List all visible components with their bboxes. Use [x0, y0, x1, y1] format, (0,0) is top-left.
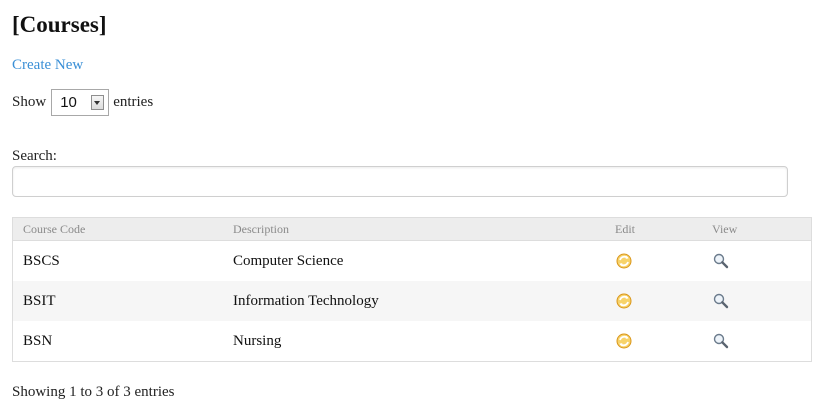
- page-length-control: Show 10 entries: [12, 87, 153, 117]
- chevron-down-icon[interactable]: [91, 94, 105, 110]
- column-header-view: View: [702, 218, 811, 241]
- edit-cell: [605, 281, 702, 321]
- table-row: BSCS Computer Science: [13, 240, 811, 281]
- edit-cell: [605, 240, 702, 281]
- page-title: [Courses]: [12, 12, 107, 37]
- column-header-course-code[interactable]: Course Code: [13, 218, 223, 241]
- table-row: BSIT Information Technology: [13, 281, 811, 321]
- column-header-description[interactable]: Description: [223, 218, 605, 241]
- entries-label: entries: [113, 93, 154, 110]
- show-label: Show: [12, 93, 47, 110]
- refresh-edit-icon[interactable]: [615, 252, 633, 270]
- course-code-cell: BSN: [13, 321, 223, 361]
- course-code-cell: BSIT: [13, 281, 223, 321]
- description-cell: Nursing: [223, 321, 605, 361]
- create-new-link[interactable]: Create New: [12, 56, 83, 74]
- table-header-row: Course Code Description Edit View: [13, 218, 811, 241]
- entries-per-page-select[interactable]: 10: [51, 88, 110, 116]
- course-code-cell: BSCS: [13, 240, 223, 281]
- table-info: Showing 1 to 3 of 3 entries: [12, 384, 175, 400]
- search-input[interactable]: [12, 166, 788, 197]
- courses-table: Course Code Description Edit View BSCS C…: [13, 218, 811, 361]
- view-cell: [702, 240, 811, 281]
- view-cell: [702, 321, 811, 361]
- description-cell: Computer Science: [223, 240, 605, 281]
- column-header-edit: Edit: [605, 218, 702, 241]
- magnifier-icon[interactable]: [712, 292, 730, 310]
- magnifier-icon[interactable]: [712, 252, 730, 270]
- magnifier-icon[interactable]: [712, 332, 730, 350]
- table-row: BSN Nursing: [13, 321, 811, 361]
- view-cell: [702, 281, 811, 321]
- courses-table-container: Course Code Description Edit View BSCS C…: [12, 217, 812, 362]
- refresh-edit-icon[interactable]: [615, 292, 633, 310]
- description-cell: Information Technology: [223, 281, 605, 321]
- search-label: Search:: [12, 148, 57, 164]
- entries-per-page-value: 10: [60, 93, 77, 111]
- edit-cell: [605, 321, 702, 361]
- refresh-edit-icon[interactable]: [615, 332, 633, 350]
